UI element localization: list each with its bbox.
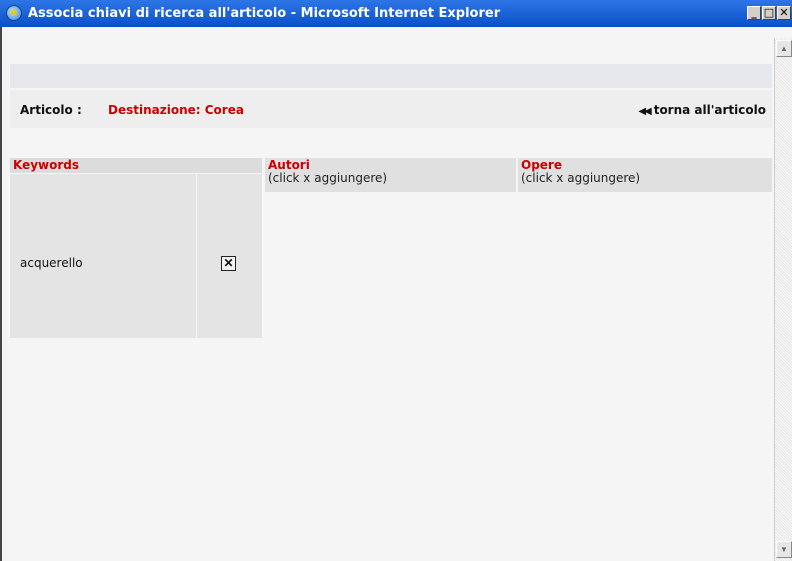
rewind-icon: ◀◀	[638, 106, 651, 117]
autori-header: Autori (click x aggiungere)	[265, 158, 516, 192]
autori-hint: (click x aggiungere)	[268, 171, 388, 185]
window-border	[0, 27, 2, 561]
article-bar: Articolo : Destinazione: Corea ◀◀ torna a…	[10, 90, 772, 128]
back-to-article-link[interactable]: ◀◀ torna all'articolo	[638, 103, 766, 117]
maximize-button[interactable]: □	[762, 6, 776, 20]
browser-window: e Associa chiavi di ricerca all'articolo…	[0, 0, 792, 561]
window-title: Associa chiavi di ricerca all'articolo -…	[28, 6, 501, 21]
article-title: Destinazione: Corea	[108, 103, 244, 117]
article-label: Articolo :	[20, 103, 82, 117]
scroll-up-icon[interactable]: ▲	[776, 40, 792, 57]
vertical-scrollbar[interactable]: ▲ ▼	[774, 38, 792, 561]
internet-explorer-icon: e	[6, 5, 22, 21]
opere-hint: (click x aggiungere)	[521, 171, 641, 185]
keyword-text: acquerello	[20, 256, 83, 270]
keyword-action-cell: ✕	[197, 192, 262, 338]
title-bar[interactable]: e Associa chiavi di ricerca all'articolo…	[0, 0, 792, 27]
back-link-label: torna all'articolo	[653, 103, 766, 117]
keywords-subheader-actions	[197, 174, 262, 192]
keywords-subheader	[10, 174, 196, 192]
autori-title: Autori	[268, 158, 310, 172]
minimize-button[interactable]: _	[747, 6, 761, 20]
remove-keyword-button[interactable]: ✕	[221, 256, 236, 271]
scroll-down-icon[interactable]: ▼	[776, 541, 792, 558]
opere-title: Opere	[521, 158, 562, 172]
keywords-header: Keywords	[10, 158, 262, 173]
opere-header: Opere (click x aggiungere)	[518, 158, 772, 192]
header-strip	[10, 64, 772, 88]
page-content: Articolo : Destinazione: Corea ◀◀ torna a…	[10, 38, 772, 561]
keyword-cell: acquerello	[10, 192, 196, 338]
close-button[interactable]: ✕	[777, 6, 791, 20]
